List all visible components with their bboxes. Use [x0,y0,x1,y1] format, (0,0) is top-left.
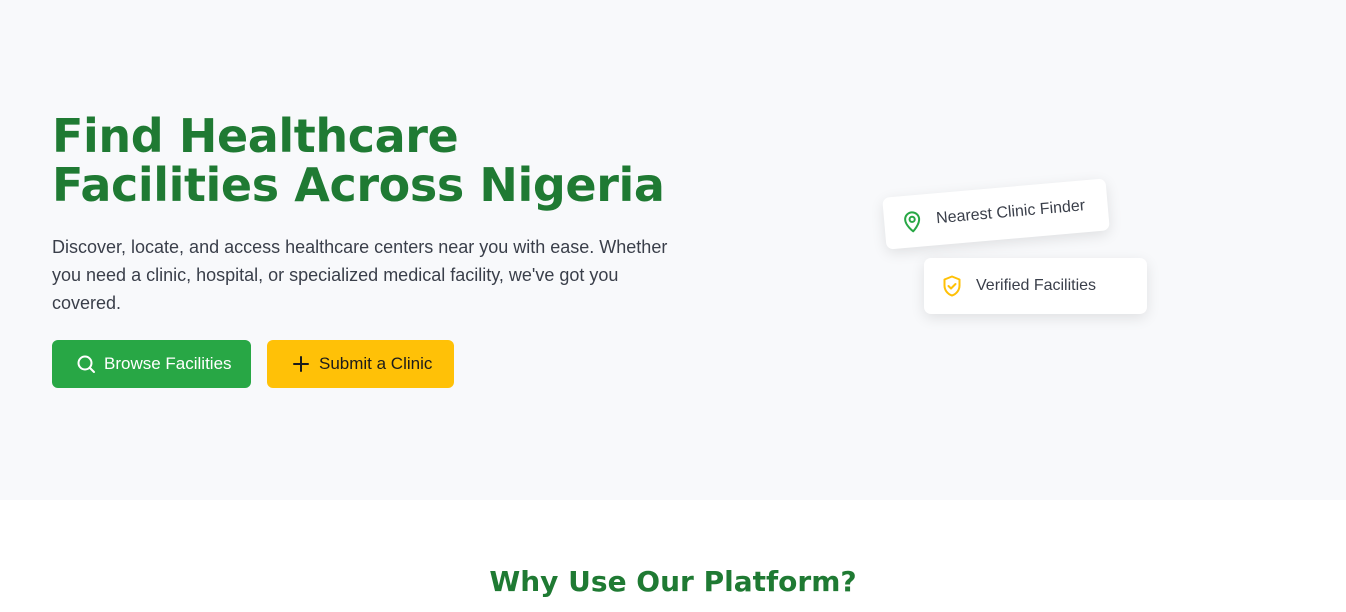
search-icon [76,354,96,374]
map-pin-icon [899,208,925,234]
submit-clinic-label: Submit a Clinic [319,354,433,373]
verified-facilities-badge: Verified Facilities [924,258,1147,314]
plus-icon [291,354,311,374]
hero-subtitle: Discover, locate, and access healthcare … [52,237,668,313]
hero-title: Find Healthcare Facilities Across Nigeri… [52,109,665,212]
submit-clinic-button[interactable]: Submit a Clinic [267,340,454,388]
shield-check-icon [940,274,964,298]
nearest-clinic-finder-label: Nearest Clinic Finder [935,197,1086,228]
browse-facilities-button[interactable]: Browse Facilities [52,340,251,388]
hero-section: Find Healthcare Facilities Across Nigeri… [0,0,1346,500]
browse-facilities-label: Browse Facilities [104,354,232,373]
features-title: Why Use Our Platform? [489,565,857,598]
nearest-clinic-finder-badge: Nearest Clinic Finder [882,178,1110,250]
verified-facilities-label: Verified Facilities [976,277,1097,294]
